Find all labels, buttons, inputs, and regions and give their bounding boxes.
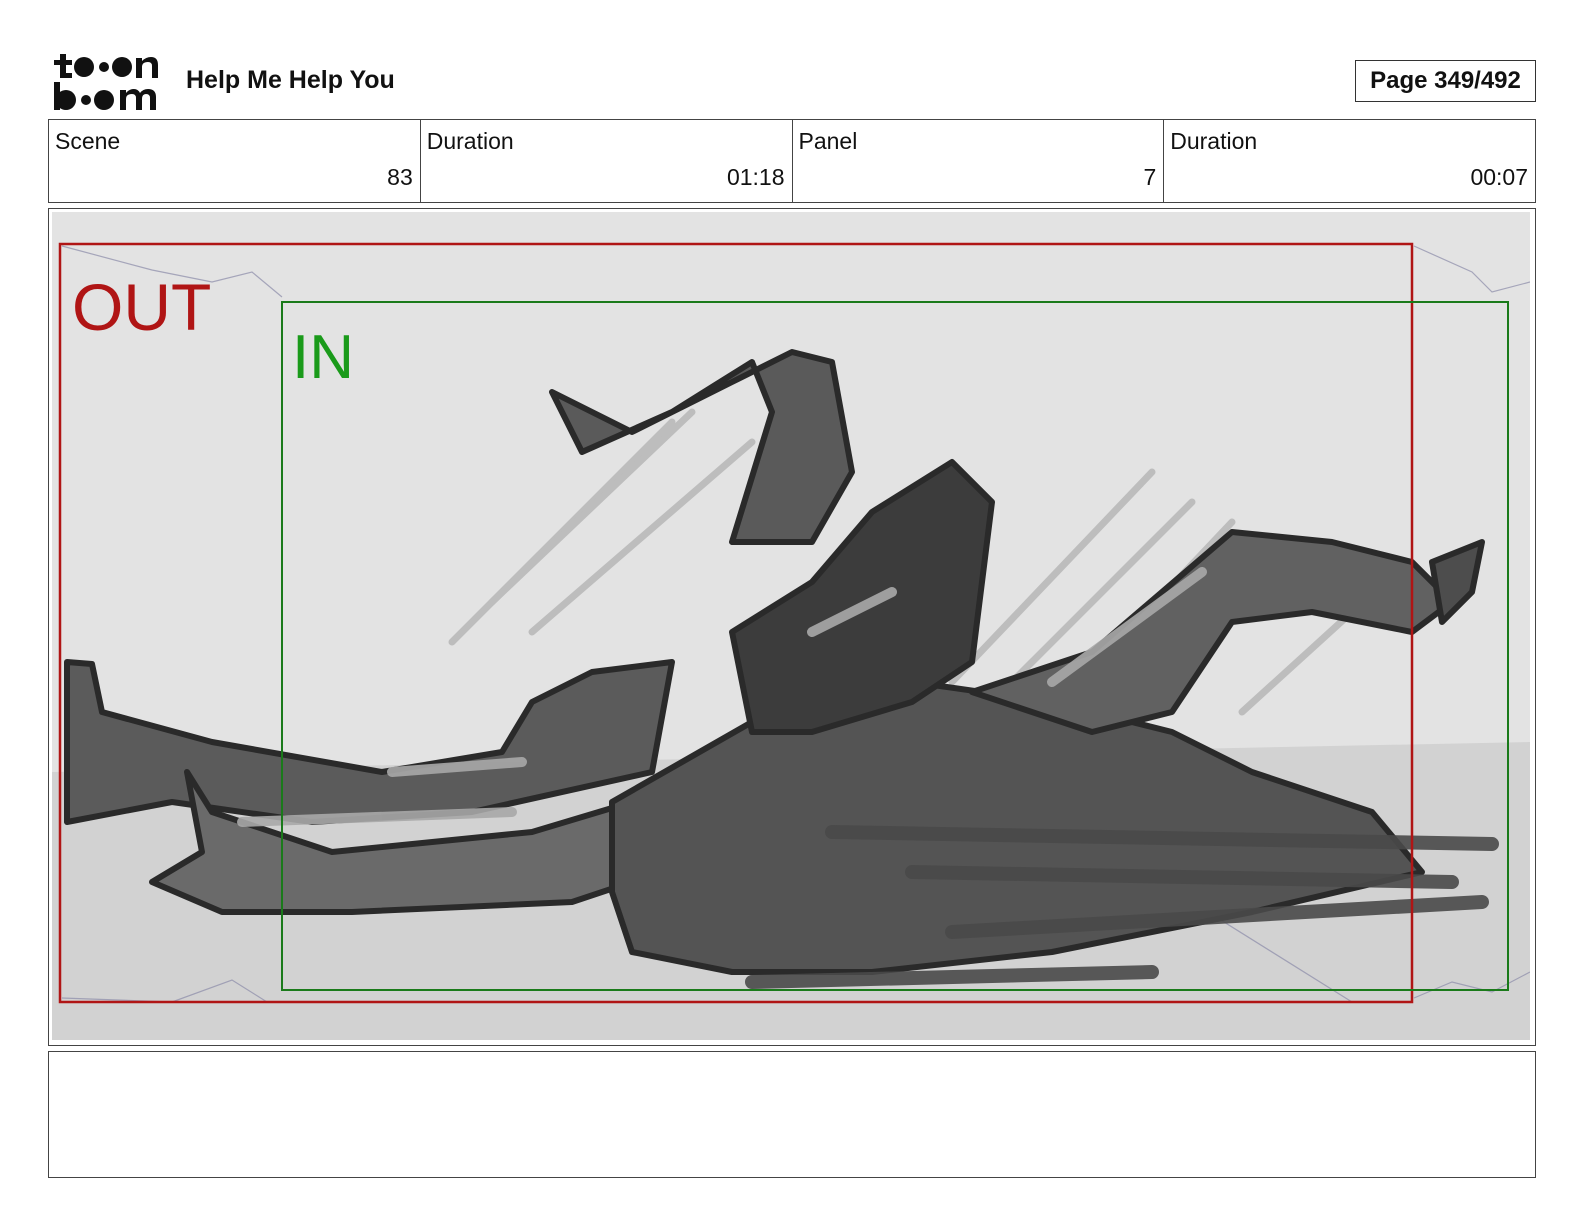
panel-cell: Panel 7	[793, 120, 1165, 202]
panel-label: Panel	[798, 128, 858, 154]
scene-label: Scene	[55, 128, 121, 154]
scene-duration-label: Duration	[426, 128, 514, 154]
panel-value: 7	[1143, 164, 1157, 190]
in-label: IN	[292, 323, 354, 392]
panel-info-bar: Scene 83 Duration 01:18 Panel 7 Duration…	[48, 119, 1536, 203]
project-title: Help Me Help You	[186, 66, 395, 94]
scene-duration-value: 01:18	[726, 164, 785, 190]
panel-duration-label: Duration	[1170, 128, 1258, 154]
panel-duration-value: 00:07	[1470, 164, 1528, 190]
scene-cell: Scene 83	[49, 120, 421, 202]
storyboard-panel: OUT IN	[48, 208, 1536, 1046]
panel-notes-box[interactable]	[48, 1051, 1536, 1178]
out-label: OUT	[72, 270, 211, 344]
panel-drawing: OUT IN	[52, 212, 1530, 1040]
scene-duration-cell: Duration 01:18	[421, 120, 793, 202]
scene-value: 83	[387, 164, 413, 190]
page-number: Page 349/492	[1355, 60, 1536, 102]
panel-duration-cell: Duration 00:07	[1164, 120, 1535, 202]
toon-boom-logo	[54, 54, 158, 110]
